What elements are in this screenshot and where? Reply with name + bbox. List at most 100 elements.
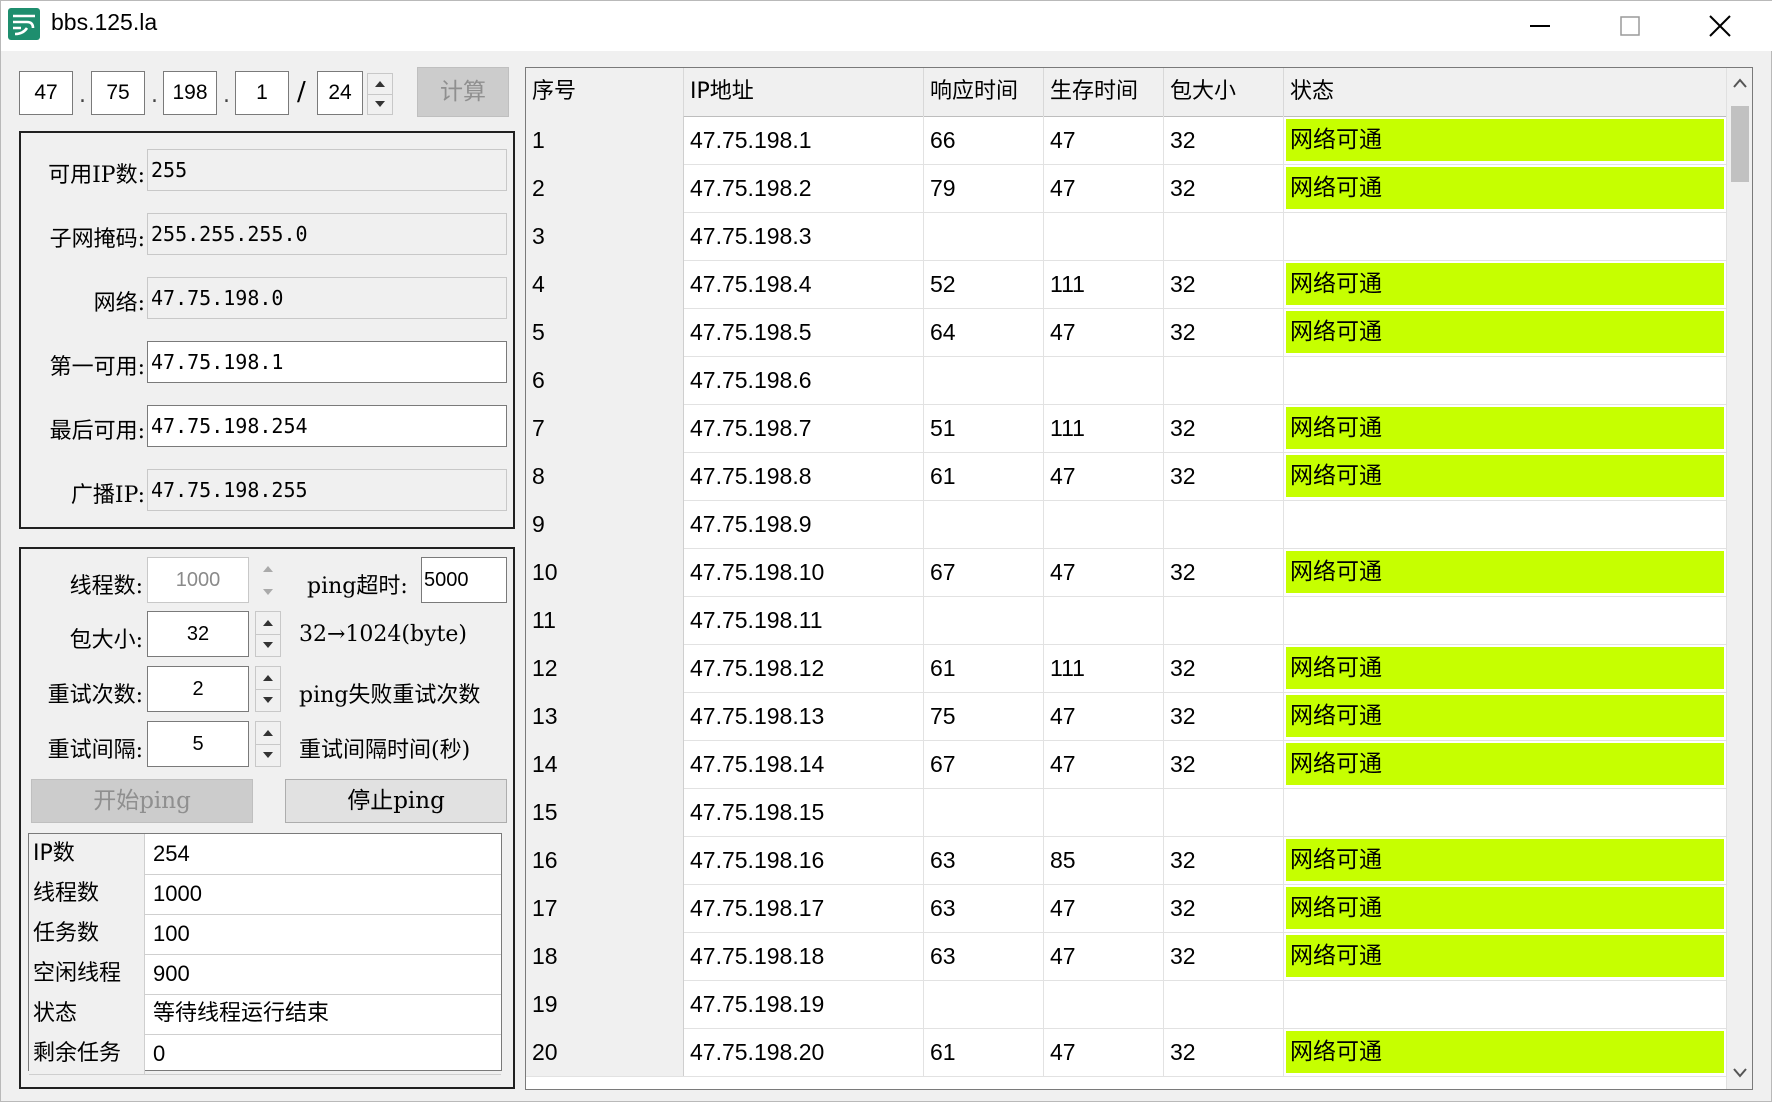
- spin-up-icon: [375, 81, 385, 87]
- broadcast-label: 广播IP:: [70, 483, 145, 508]
- threads-spinner[interactable]: [255, 557, 281, 603]
- maximize-button[interactable]: [1585, 1, 1675, 51]
- cell-size: [1164, 788, 1284, 836]
- status-key: 线程数: [29, 874, 145, 914]
- ip-octet-1-input[interactable]: 47: [19, 71, 73, 115]
- mask-bits-spinner[interactable]: [367, 73, 393, 115]
- retry-interval-spinner[interactable]: [255, 721, 281, 767]
- column-header-ip[interactable]: IP地址: [684, 68, 924, 116]
- table-row[interactable]: 20 47.75.198.20 61 47 32 网络可通: [526, 1028, 1726, 1077]
- vertical-scrollbar[interactable]: [1726, 68, 1752, 1089]
- table-row[interactable]: 9 47.75.198.9: [526, 500, 1726, 549]
- cell-response: [924, 788, 1044, 836]
- start-ping-button[interactable]: 开始ping: [31, 779, 253, 823]
- column-header-size[interactable]: 包大小: [1164, 68, 1284, 116]
- cell-status: 网络可通: [1284, 260, 1726, 308]
- cell-ip: 47.75.198.6: [684, 356, 924, 404]
- column-header-ttl[interactable]: 生存时间: [1044, 68, 1164, 116]
- cell-response: 61: [924, 1028, 1044, 1076]
- cell-status: [1284, 596, 1726, 644]
- cell-response: 66: [924, 116, 1044, 164]
- status-value: 100: [153, 921, 190, 946]
- spin-down-icon: [263, 588, 273, 595]
- last-usable-field[interactable]: 47.75.198.254: [147, 405, 507, 447]
- scrollbar-thumb[interactable]: [1731, 106, 1749, 182]
- cell-index: 13: [526, 692, 684, 740]
- spin-up-icon: [263, 565, 273, 572]
- table-row[interactable]: 3 47.75.198.3: [526, 212, 1726, 261]
- retry-count-label: 重试次数:: [47, 683, 143, 708]
- table-row[interactable]: 11 47.75.198.11: [526, 596, 1726, 645]
- cell-size: 32: [1164, 884, 1284, 932]
- packet-size-spinner[interactable]: [255, 611, 281, 657]
- broadcast-field: 47.75.198.255: [147, 469, 507, 511]
- column-header-status[interactable]: 状态: [1284, 68, 1726, 116]
- scroll-down-icon[interactable]: [1733, 1068, 1747, 1078]
- cell-index: 10: [526, 548, 684, 596]
- table-row[interactable]: 14 47.75.198.14 67 47 32 网络可通: [526, 740, 1726, 789]
- results-header: 序号 IP地址 响应时间 生存时间 包大小 状态: [526, 68, 1726, 117]
- ip-octet-4-input[interactable]: 1: [235, 71, 289, 115]
- table-row[interactable]: 13 47.75.198.13 75 47 32 网络可通: [526, 692, 1726, 741]
- minimize-icon: [1530, 25, 1550, 27]
- status-text: 网络可通: [1290, 895, 1382, 921]
- stop-ping-button[interactable]: 停止ping: [285, 779, 507, 823]
- threads-input[interactable]: 1000: [147, 557, 249, 603]
- status-row: IP数 254: [29, 834, 501, 875]
- table-row[interactable]: 18 47.75.198.18 63 47 32 网络可通: [526, 932, 1726, 981]
- ip-octet-3-input[interactable]: 198: [163, 71, 217, 115]
- table-row[interactable]: 7 47.75.198.7 51 111 32 网络可通: [526, 404, 1726, 453]
- cell-index: 9: [526, 500, 684, 548]
- table-row[interactable]: 6 47.75.198.6: [526, 356, 1726, 405]
- table-row[interactable]: 17 47.75.198.17 63 47 32 网络可通: [526, 884, 1726, 933]
- table-row[interactable]: 5 47.75.198.5 64 47 32 网络可通: [526, 308, 1726, 357]
- table-row[interactable]: 19 47.75.198.19: [526, 980, 1726, 1029]
- cell-ip: 47.75.198.19: [684, 980, 924, 1028]
- column-header-index[interactable]: 序号: [526, 68, 684, 116]
- cell-size: 32: [1164, 260, 1284, 308]
- table-row[interactable]: 16 47.75.198.16 63 85 32 网络可通: [526, 836, 1726, 885]
- cell-response: 51: [924, 404, 1044, 452]
- table-row[interactable]: 4 47.75.198.4 52 111 32 网络可通: [526, 260, 1726, 309]
- cell-ttl: 47: [1044, 116, 1164, 164]
- ip-dot: .: [79, 83, 86, 108]
- table-row[interactable]: 1 47.75.198.1 66 47 32 网络可通: [526, 116, 1726, 165]
- status-text: 网络可通: [1290, 559, 1382, 585]
- calc-button[interactable]: 计算: [417, 67, 509, 117]
- results-grid[interactable]: 序号 IP地址 响应时间 生存时间 包大小 状态 1 47.75.198.1 66 4…: [525, 67, 1753, 1090]
- status-value: 254: [153, 841, 190, 866]
- cell-status: 网络可通: [1284, 308, 1726, 356]
- table-row[interactable]: 15 47.75.198.15: [526, 788, 1726, 837]
- status-text: 网络可通: [1290, 175, 1382, 201]
- ip-octet-2-input[interactable]: 75: [91, 71, 145, 115]
- mask-bits-input[interactable]: 24: [317, 71, 363, 115]
- cell-size: [1164, 500, 1284, 548]
- cell-status: 网络可通: [1284, 740, 1726, 788]
- column-header-response[interactable]: 响应时间: [924, 68, 1044, 116]
- first-usable-field[interactable]: 47.75.198.1: [147, 341, 507, 383]
- cell-index: 8: [526, 452, 684, 500]
- table-row[interactable]: 2 47.75.198.2 79 47 32 网络可通: [526, 164, 1726, 213]
- cell-response: [924, 596, 1044, 644]
- minimize-button[interactable]: [1495, 1, 1585, 51]
- scroll-up-icon[interactable]: [1733, 78, 1747, 88]
- retry-interval-hint: 重试间隔时间(秒): [299, 738, 471, 763]
- cell-size: 32: [1164, 836, 1284, 884]
- table-row[interactable]: 12 47.75.198.12 61 111 32 网络可通: [526, 644, 1726, 693]
- timeout-input[interactable]: 5000: [421, 557, 507, 603]
- close-button[interactable]: [1675, 1, 1765, 51]
- retry-count-spinner[interactable]: [255, 666, 281, 712]
- retry-count-input[interactable]: 2: [147, 666, 249, 712]
- table-row[interactable]: 8 47.75.198.8 61 47 32 网络可通: [526, 452, 1726, 501]
- retry-interval-label: 重试间隔:: [47, 738, 143, 763]
- maximize-icon: [1620, 16, 1640, 36]
- cell-ttl: [1044, 980, 1164, 1028]
- status-text: 网络可通: [1290, 751, 1382, 777]
- retry-interval-input[interactable]: 5: [147, 721, 249, 767]
- table-row[interactable]: 10 47.75.198.10 67 47 32 网络可通: [526, 548, 1726, 597]
- status-table: IP数 254 线程数 1000 任务数 100 空闲线程 900 状态 等待线…: [28, 833, 502, 1075]
- status-text: 网络可通: [1290, 703, 1382, 729]
- packet-size-label: 包大小:: [69, 628, 143, 653]
- packet-size-input[interactable]: 32: [147, 611, 249, 657]
- cell-index: 16: [526, 836, 684, 884]
